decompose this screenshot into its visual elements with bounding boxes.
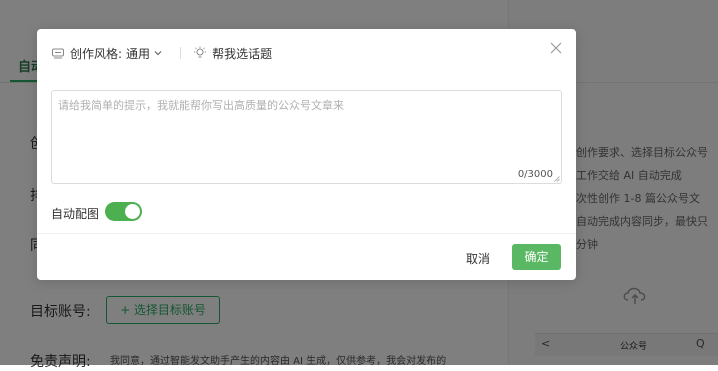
header-separator — [180, 47, 182, 59]
close-icon[interactable] — [550, 42, 562, 54]
create-article-dialog: 创作风格: 通用 帮我选话题 请给我简单的提示，我就能帮你写出高质量的公众号文章… — [37, 29, 576, 280]
confirm-button[interactable]: 确定 — [512, 244, 561, 270]
lightbulb-icon — [194, 46, 207, 58]
resize-handle-icon[interactable] — [554, 176, 560, 182]
dialog-header: 创作风格: 通用 帮我选话题 — [51, 44, 272, 62]
char-counter: 0/3000 — [517, 169, 553, 180]
auto-image-toggle[interactable] — [105, 202, 142, 221]
chat-style-icon — [52, 48, 64, 59]
prompt-textarea[interactable]: 请给我简单的提示，我就能帮你写出高质量的公众号文章来 0/3000 — [51, 90, 562, 184]
style-select[interactable]: 通用 — [122, 45, 162, 62]
auto-image-label: 自动配图 — [51, 207, 100, 221]
toggle-knob — [125, 204, 140, 219]
style-value: 通用 — [126, 46, 151, 61]
dialog-footer-divider — [37, 233, 576, 234]
suggest-topic-button[interactable]: 帮我选话题 — [193, 45, 272, 62]
style-label: 创作风格: — [70, 46, 123, 61]
chevron-down-icon — [154, 51, 162, 56]
suggest-topic-label: 帮我选话题 — [212, 46, 273, 61]
prompt-placeholder: 请给我简单的提示，我就能帮你写出高质量的公众号文章来 — [58, 99, 344, 112]
cancel-button[interactable]: 取消 — [466, 250, 490, 267]
